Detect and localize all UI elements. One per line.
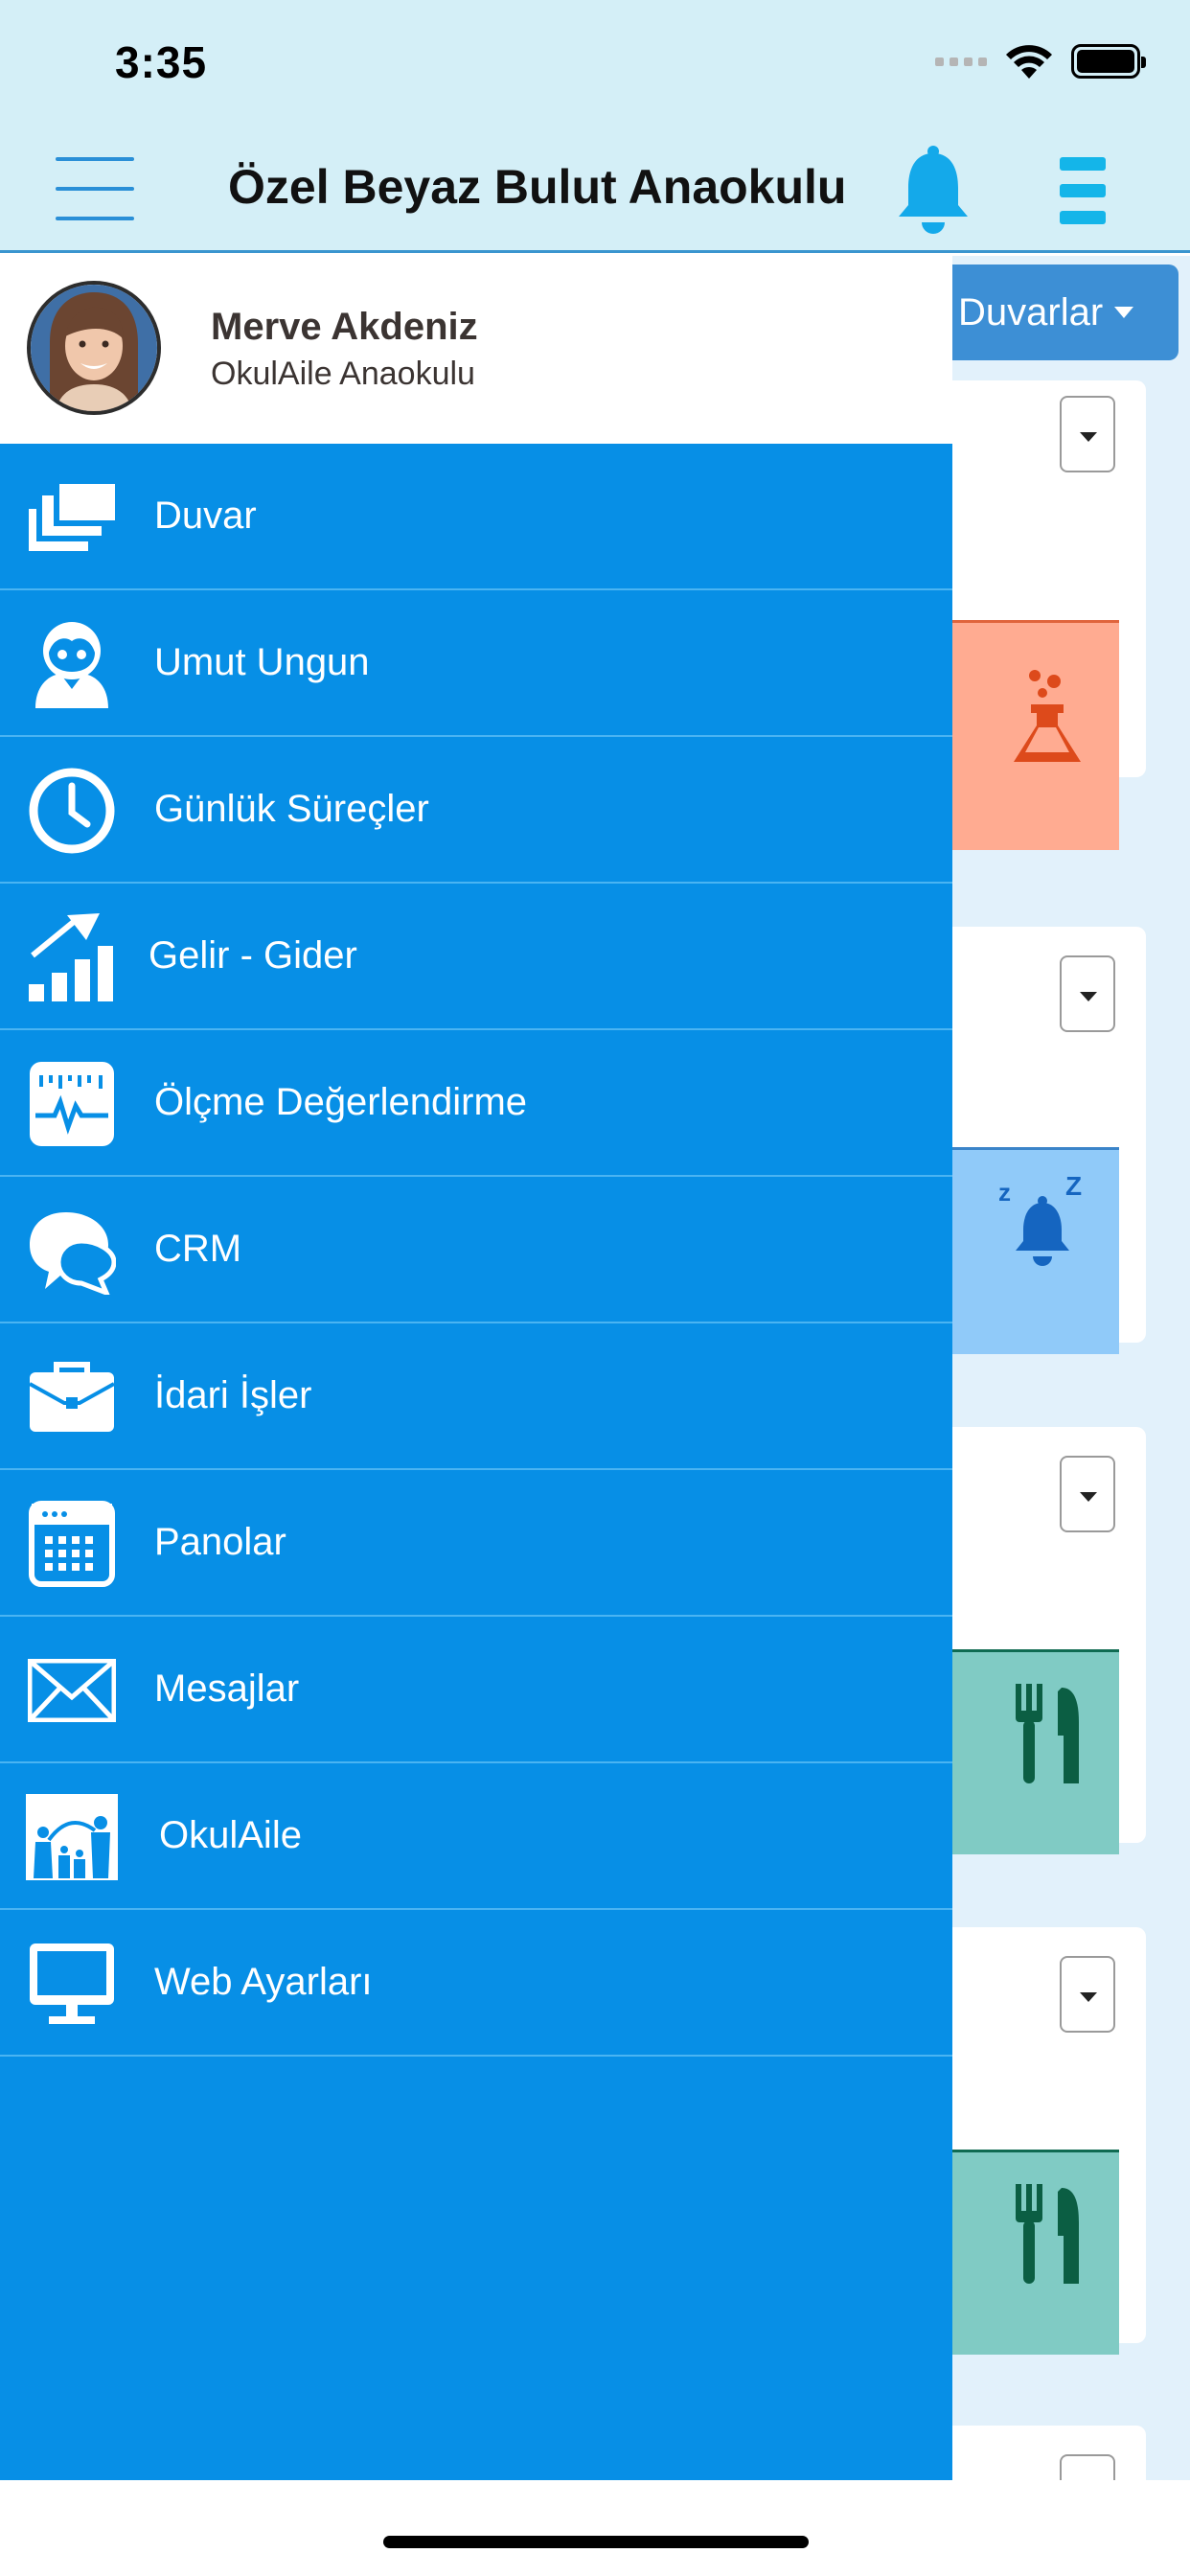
sleep-bell-icon: z Z [998,1176,1082,1266]
wall-card: z Z [952,927,1146,1354]
menu-item-assessment[interactable]: Ölçme Değerlendirme [0,1030,952,1177]
menu-item-messages[interactable]: Mesajlar [0,1617,952,1763]
avatar-photo [31,285,157,411]
profile-school: OkulAile Anaokulu [211,356,475,392]
card-dropdown-button[interactable] [1060,1456,1115,1532]
page-title: Özel Beyaz Bulut Anaokulu [228,160,847,214]
svg-text:z: z [998,1178,1011,1207]
status-time: 3:35 [115,37,208,87]
menu-item-child[interactable]: Umut Ungun [0,590,952,737]
status-indicators [935,42,1146,80]
menu-item-label: OkulAile [159,1814,302,1856]
cellular-signal-icon [935,57,987,66]
wall-card [952,380,1146,850]
family-icon [25,1794,119,1880]
menu-item-label: Panolar [154,1521,286,1563]
home-indicator-area [0,2480,1190,2576]
briefcase-icon [25,1356,119,1438]
science-flask-icon [1014,670,1081,762]
menu-item-label: Web Ayarları [154,1961,373,2003]
card-dropdown-button[interactable] [1060,1956,1115,2033]
menu-item-label: Umut Ungun [154,641,370,683]
chat-bubbles-icon [25,1209,119,1295]
app-header: Özel Beyaz Bulut Anaokulu [0,126,1190,253]
menu-item-label: Gelir - Gider [149,934,357,977]
notification-bell-icon[interactable] [893,142,973,238]
menu-item-administration[interactable]: İdari İşler [0,1323,952,1470]
cutlery-icon [1016,2184,1079,2284]
menu-item-daily-processes[interactable]: Günlük Süreçler [0,737,952,884]
status-bar: 3:35 [0,0,1190,126]
menu-item-boards[interactable]: Panolar [0,1470,952,1617]
pulse-monitor-icon [25,1062,119,1146]
calendar-icon [25,1501,119,1587]
drawer-menu: Duvar Umut Ungun Günlük Süreçler Gelir -… [0,444,952,2057]
menu-item-okulaile[interactable]: OkulAile [0,1763,952,1910]
menu-item-label: Ölçme Değerlendirme [154,1081,528,1123]
wall-feed: z Z [952,256,1190,2480]
child-icon [25,622,119,708]
walls-dropdown-label: Duvarlar [958,290,1104,334]
menu-item-label: CRM [154,1228,242,1270]
walls-dropdown-button[interactable]: Duvarlar [952,264,1179,360]
profile-header[interactable]: Merve Akdeniz OkulAile Anaokulu [0,256,952,444]
more-menu-icon[interactable] [1060,157,1106,224]
profile-name: Merve Akdeniz [211,306,478,348]
battery-icon [1071,44,1146,79]
chevron-down-icon [1114,307,1134,318]
layers-icon [25,476,119,559]
card-dropdown-button[interactable] [1060,2454,1115,2480]
wall-card [952,2426,1146,2480]
card-dropdown-button[interactable] [1060,396,1115,472]
home-indicator[interactable] [383,2536,809,2548]
hamburger-menu-icon[interactable] [56,157,134,220]
avatar [27,281,161,415]
cutlery-icon [1016,1684,1079,1783]
navigation-drawer: Merve Akdeniz OkulAile Anaokulu Duvar Um… [0,256,952,2480]
menu-item-label: Duvar [154,494,257,537]
clock-icon [25,768,119,854]
wall-card [952,1427,1146,1854]
monitor-icon [25,1943,119,2025]
menu-item-web-settings[interactable]: Web Ayarları [0,1910,952,2057]
wall-card [952,1927,1146,2355]
card-dropdown-button[interactable] [1060,955,1115,1032]
wifi-icon [1006,45,1052,79]
menu-item-income-expense[interactable]: Gelir - Gider [0,884,952,1030]
menu-item-crm[interactable]: CRM [0,1177,952,1323]
growth-chart-icon [25,913,119,1001]
menu-item-duvar[interactable]: Duvar [0,444,952,590]
menu-item-label: Günlük Süreçler [154,788,429,830]
envelope-icon [25,1649,119,1732]
menu-item-label: İdari İşler [154,1374,312,1416]
menu-item-label: Mesajlar [154,1668,300,1710]
svg-text:Z: Z [1065,1176,1082,1201]
